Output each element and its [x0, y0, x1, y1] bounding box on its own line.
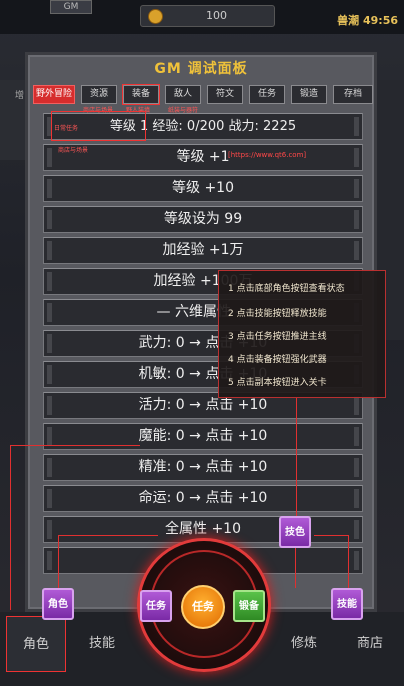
- nav-cultivate[interactable]: 修炼: [274, 616, 334, 672]
- panel-title: GM 调试面板: [154, 61, 248, 77]
- tip-item: 5 点击副本按钮进入关卡: [228, 378, 327, 388]
- tip-item: 1 点击底部角色按钮查看状态: [228, 284, 345, 294]
- wheel-center-task-button[interactable]: 任务: [181, 585, 225, 629]
- left-side-bar: 增: [0, 80, 26, 160]
- wheel-skill-char-button[interactable]: 技色: [279, 516, 311, 548]
- tab-forge[interactable]: 锻造: [291, 85, 327, 104]
- guide-line: [295, 548, 296, 588]
- nav-character[interactable]: 角色: [6, 616, 66, 672]
- tab-enemies[interactable]: 敌人: [165, 85, 201, 104]
- guide-line: [296, 398, 297, 516]
- coin-counter: 100: [140, 5, 275, 27]
- fate-button[interactable]: 命运: 0 → 点击 +10: [43, 485, 363, 512]
- tip-item: 4 点击装备按钮强化武器: [228, 355, 327, 365]
- top-bar: GM 100 兽潮 49:56: [0, 0, 404, 34]
- tab-save[interactable]: 存档: [333, 85, 373, 104]
- tab-equipment[interactable]: 装备: [122, 84, 160, 105]
- wheel-equip-button[interactable]: 锻备: [233, 590, 265, 622]
- beast-tide-timer: 兽潮 49:56: [337, 14, 398, 27]
- coin-value: 100: [206, 9, 227, 22]
- guide-line: [314, 535, 348, 536]
- wheel-character-button[interactable]: 角色: [42, 588, 74, 620]
- level-plus-1-button[interactable]: 等级 +1: [43, 144, 363, 171]
- tab-runes[interactable]: 符文: [207, 85, 243, 104]
- guide-line: [58, 535, 59, 590]
- watermark-url: [https://www.qt6.com]: [228, 151, 307, 159]
- tab-bar: 野外冒险 资源 装备 敌人 符文 任务 锻造 存档: [33, 84, 373, 105]
- guide-line: [58, 535, 158, 536]
- game-screen: GM 100 兽潮 49:56 增 GM 调试面板 野外冒险 资源 装备 敌人 …: [0, 0, 404, 686]
- nav-skills[interactable]: 技能: [72, 616, 132, 672]
- guide-line: [10, 445, 11, 610]
- tab-tasks[interactable]: 任务: [249, 85, 285, 104]
- guide-line: [348, 535, 349, 590]
- tip-item: 2 点击技能按钮释放技能: [228, 309, 327, 319]
- level-set-99-button[interactable]: 等级设为 99: [43, 206, 363, 233]
- tutorial-tips: 1 点击底部角色按钮查看状态 2 点击技能按钮释放技能 3 点击任务按钮推进主线…: [218, 270, 386, 398]
- gm-button[interactable]: GM: [50, 0, 92, 14]
- tip-item: 3 点击任务按钮推进主线: [228, 332, 327, 342]
- tab-wild-adventure[interactable]: 野外冒险: [33, 85, 75, 104]
- row-annotation: 日常任务: [54, 125, 79, 132]
- wheel-task-button[interactable]: 任务: [140, 590, 172, 622]
- nav-shop[interactable]: 商店: [340, 616, 400, 672]
- exp-plus-10k-button[interactable]: 加经验 +1万: [43, 237, 363, 264]
- wheel-skills-button[interactable]: 技能: [331, 588, 363, 620]
- level-plus-10-button[interactable]: 等级 +10: [43, 175, 363, 202]
- coin-icon: [148, 9, 163, 24]
- guide-line: [10, 445, 140, 446]
- tab-resources[interactable]: 资源: [81, 85, 117, 104]
- row-annotation: 商店与场景: [58, 147, 89, 154]
- side-label: 增: [15, 91, 25, 101]
- precision-button[interactable]: 精准: 0 → 点击 +10: [43, 454, 363, 481]
